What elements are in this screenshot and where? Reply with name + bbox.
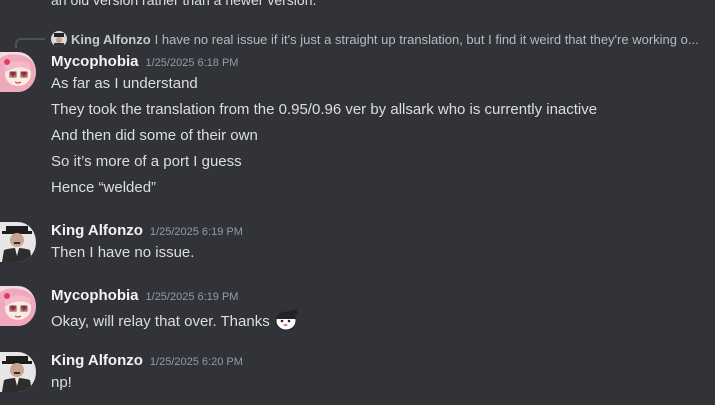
reply-text[interactable]: I have no real issue if it's just a stra… [155, 32, 699, 47]
author-name[interactable]: King Alfonzo [51, 222, 143, 239]
message-header: King Alfonzo 1/25/2025 6:19 PM [51, 222, 243, 242]
message-line: So it’s more of a port I guess [51, 153, 242, 170]
message-line: As far as I understand [51, 75, 198, 92]
message-line-clipped: an old version rather than a newer versi… [51, 0, 317, 8]
salute-emoji-icon[interactable] [272, 308, 298, 331]
message-line: np! [51, 374, 72, 391]
timestamp[interactable]: 1/25/2025 6:19 PM [146, 291, 239, 303]
timestamp[interactable]: 1/25/2025 6:20 PM [150, 356, 243, 368]
message-header: King Alfonzo 1/25/2025 6:20 PM [51, 352, 243, 372]
avatar[interactable] [0, 286, 36, 326]
message-line: Then I have no issue. [51, 244, 195, 261]
message-line: Okay, will relay that over. Thanks [51, 313, 270, 330]
avatar[interactable] [0, 222, 36, 262]
author-name[interactable]: Mycophobia [51, 287, 139, 304]
message-line: Hence “welded” [51, 179, 157, 196]
reply-spine [15, 38, 45, 48]
message-line-container: Okay, will relay that over. Thanks [51, 308, 298, 331]
message-line: They took the translation from the 0.95/… [51, 101, 598, 118]
message-header: Mycophobia 1/25/2025 6:19 PM [51, 287, 238, 307]
author-name[interactable]: King Alfonzo [51, 352, 143, 369]
avatar[interactable] [0, 352, 36, 392]
message-line: And then did some of their own [51, 127, 258, 144]
timestamp[interactable]: 1/25/2025 6:19 PM [150, 226, 243, 238]
avatar[interactable] [0, 52, 36, 92]
reply-author[interactable]: King Alfonzo [71, 32, 151, 47]
chat-messages: an old version rather than a newer versi… [0, 0, 715, 405]
author-name[interactable]: Mycophobia [51, 53, 139, 70]
reply-preview[interactable]: King Alfonzo I have no real issue if it'… [51, 30, 715, 48]
timestamp[interactable]: 1/25/2025 6:18 PM [146, 57, 239, 69]
message-header: Mycophobia 1/25/2025 6:18 PM [51, 53, 238, 73]
reply-avatar-icon [51, 31, 67, 47]
